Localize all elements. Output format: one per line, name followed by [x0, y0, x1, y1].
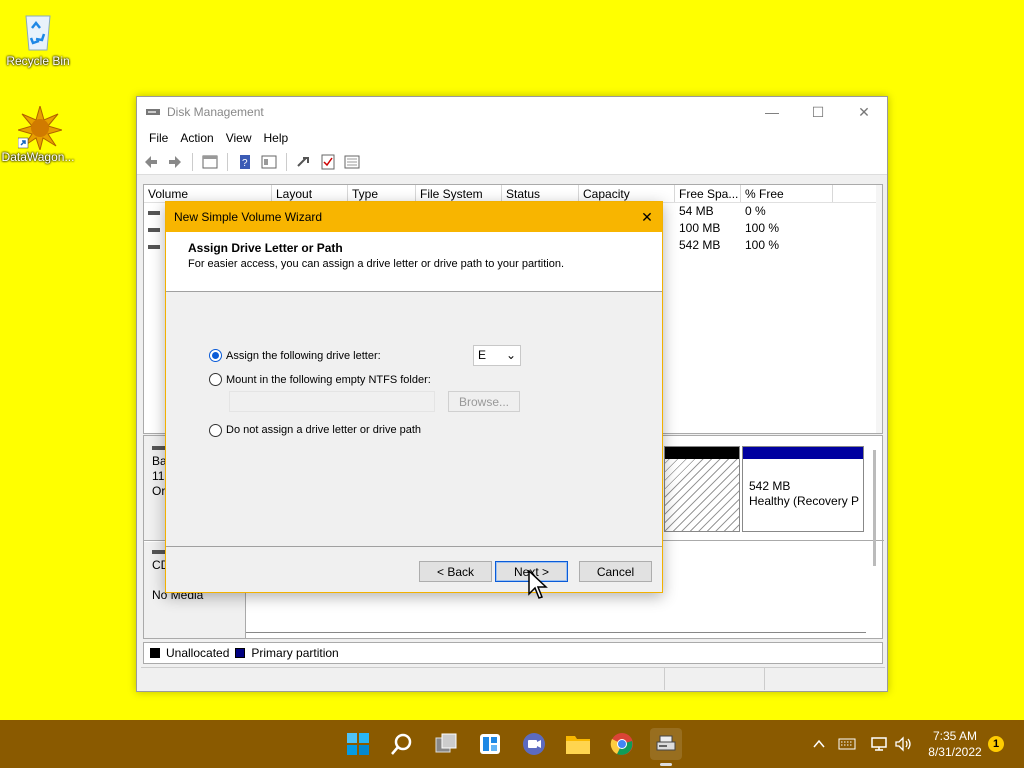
notification-badge[interactable]: 1 [988, 736, 1004, 752]
new-simple-volume-wizard: New Simple Volume Wizard ✕ Assign Drive … [165, 201, 663, 593]
list-view-icon[interactable] [342, 152, 362, 172]
mouse-cursor [528, 569, 548, 602]
chevron-down-icon: ⌄ [505, 348, 516, 362]
mount-folder-label: Mount in the following empty NTFS folder… [226, 374, 431, 386]
disk-management-taskbar-icon[interactable] [650, 728, 682, 766]
keyboard-icon[interactable] [838, 720, 856, 768]
partition-block-hatched[interactable] [664, 446, 740, 532]
vertical-scrollbar[interactable] [876, 185, 882, 433]
menu-action[interactable]: Action [174, 131, 219, 145]
wizard-titlebar[interactable]: New Simple Volume Wizard ✕ [166, 202, 662, 232]
drive-icon [148, 211, 160, 215]
desktop-icon-label: Recycle Bin [6, 54, 70, 68]
recycle-bin-icon [18, 10, 58, 51]
teams-chat-icon[interactable] [518, 728, 550, 760]
partition-recovery[interactable]: 542 MB Healthy (Recovery P [742, 446, 864, 532]
show-hidden-icons-chevron[interactable] [812, 720, 826, 768]
wizard-subheading: For easier access, you can assign a driv… [188, 258, 565, 270]
legend-swatch-unallocated [150, 648, 160, 658]
disk-management-icon [145, 104, 161, 120]
menu-view[interactable]: View [220, 131, 258, 145]
assign-drive-letter-label: Assign the following drive letter: [226, 350, 381, 362]
chrome-icon[interactable] [606, 728, 638, 760]
checklist-icon[interactable] [318, 152, 338, 172]
forward-arrow-icon[interactable] [165, 152, 185, 172]
column-volume[interactable]: Volume [144, 185, 272, 202]
wizard-heading: Assign Drive Letter or Path [188, 241, 343, 255]
menu-bar: File Action View Help [137, 127, 887, 149]
browse-button[interactable]: Browse... [448, 391, 520, 412]
legend: Unallocated Primary partition [143, 642, 883, 664]
cancel-button[interactable]: Cancel [579, 561, 652, 582]
minimize-button[interactable]: — [749, 97, 795, 127]
mount-folder-path-input[interactable] [229, 391, 435, 412]
column-capacity[interactable]: Capacity [579, 185, 675, 202]
column-layout[interactable]: Layout [272, 185, 348, 202]
show-hide-console-tree-icon[interactable] [200, 152, 220, 172]
column-file-system[interactable]: File System [416, 185, 502, 202]
widgets-icon[interactable] [474, 728, 506, 760]
back-arrow-icon[interactable] [141, 152, 161, 172]
window-titlebar[interactable]: Disk Management — ☐ ✕ [137, 97, 887, 127]
maximize-button[interactable]: ☐ [795, 97, 841, 127]
clock-date: 8/31/2022 [928, 745, 982, 759]
no-drive-letter-label: Do not assign a drive letter or drive pa… [226, 424, 422, 436]
desktop-icon-label: DataWagon... [1, 150, 75, 164]
drive-icon [148, 245, 160, 249]
search-icon[interactable] [386, 728, 418, 760]
clock-time: 7:35 AM [932, 729, 978, 743]
wizard-close-button[interactable]: ✕ [632, 209, 662, 226]
start-button[interactable] [342, 728, 374, 760]
column-status[interactable]: Status [502, 185, 579, 202]
properties-icon[interactable] [259, 152, 279, 172]
disk-icon [152, 446, 166, 450]
close-button[interactable]: ✕ [841, 97, 887, 127]
clock[interactable]: 7:35 AM 8/31/2022 [920, 728, 990, 760]
connect-icon[interactable] [294, 152, 314, 172]
window-title: Disk Management [167, 105, 264, 119]
svg-text:?: ? [242, 158, 248, 169]
desktop-icon-recycle-bin[interactable]: Recycle Bin [0, 10, 76, 68]
disk-view-scrollbar[interactable] [873, 450, 876, 566]
back-button[interactable]: < Back [419, 561, 492, 582]
column-percent-free[interactable]: % Free [741, 185, 833, 202]
volume-icon[interactable] [894, 720, 912, 768]
legend-swatch-primary [235, 648, 246, 658]
network-icon[interactable] [870, 720, 888, 768]
datawagon-sun-icon [16, 104, 64, 152]
wizard-header: Assign Drive Letter or Path For easier a… [166, 232, 662, 292]
cd-drive-icon [152, 550, 166, 554]
desktop-icon-datawagon[interactable]: DataWagon... [0, 104, 76, 164]
taskbar: 7:35 AM 8/31/2022 [0, 720, 1024, 768]
task-view-icon[interactable] [430, 728, 462, 760]
no-drive-letter-radio[interactable] [209, 424, 222, 437]
mount-folder-radio[interactable] [209, 373, 222, 386]
wizard-title: New Simple Volume Wizard [174, 210, 323, 224]
assign-drive-letter-radio[interactable] [209, 349, 222, 362]
status-bar [141, 667, 885, 690]
menu-help[interactable]: Help [258, 131, 295, 145]
drive-letter-select[interactable]: E ⌄ [473, 345, 521, 366]
help-icon[interactable]: ? [235, 152, 255, 172]
column-free-space[interactable]: Free Spa... [675, 185, 741, 202]
menu-file[interactable]: File [143, 131, 174, 145]
file-explorer-icon[interactable] [562, 728, 594, 760]
drive-icon [148, 228, 160, 232]
column-type[interactable]: Type [348, 185, 416, 202]
toolbar: ? [137, 149, 887, 175]
